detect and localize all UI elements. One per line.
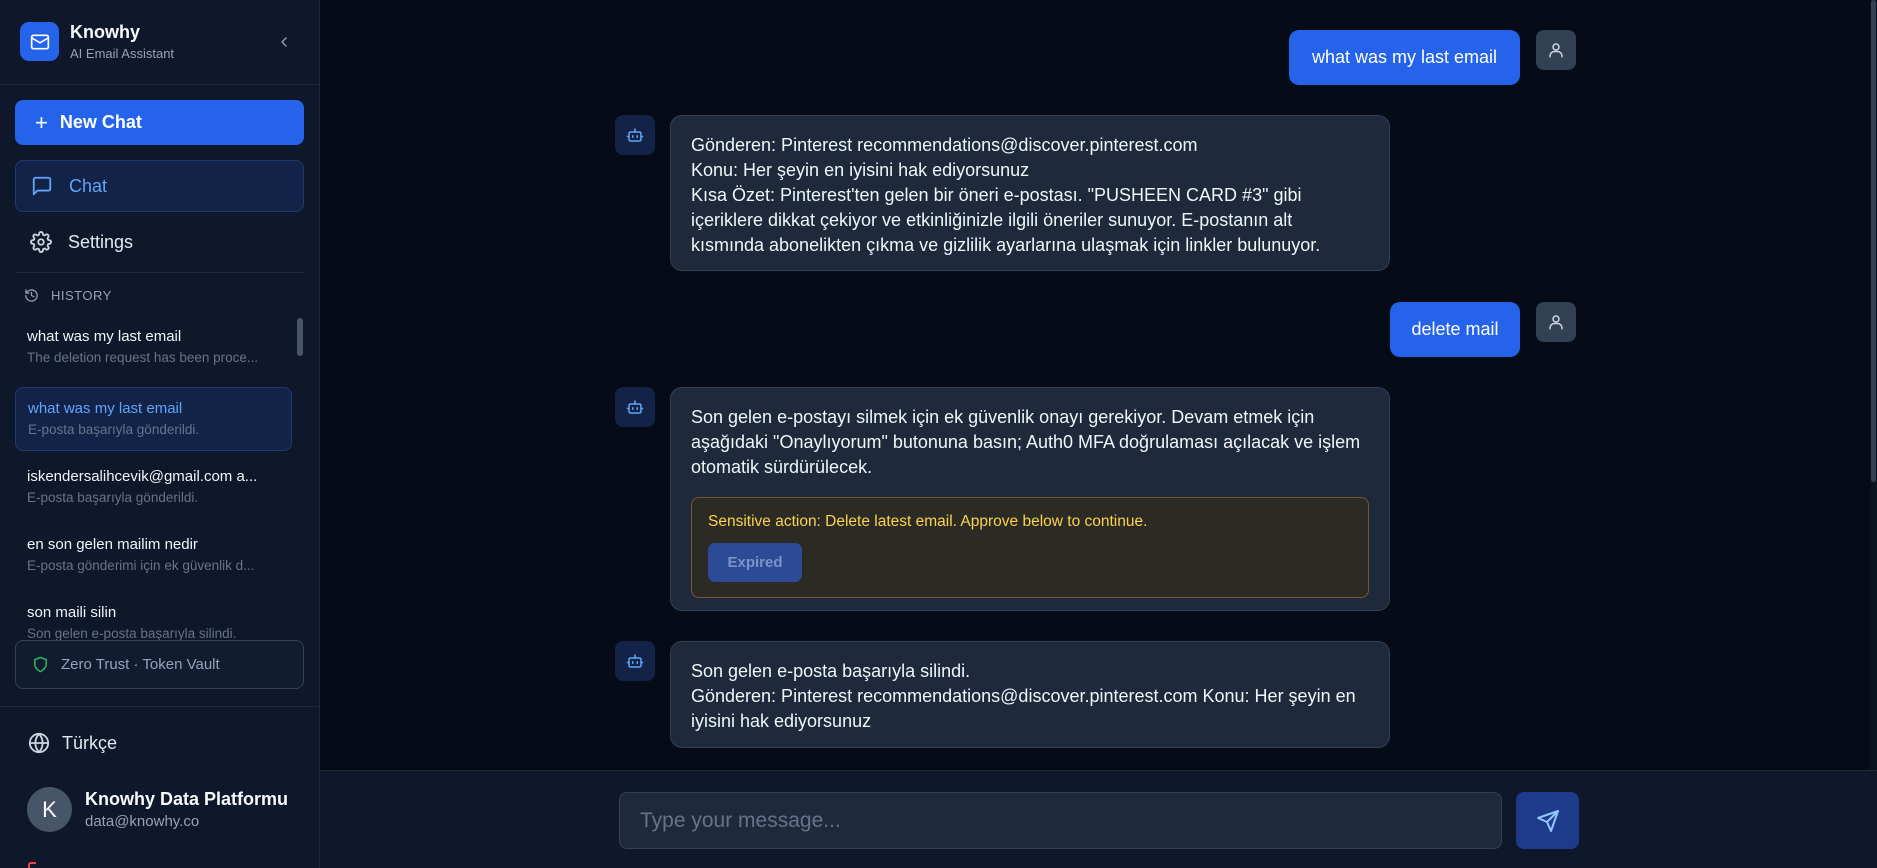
assistant-message-line: Kısa Özet: Pinterest'ten gelen bir öneri…: [691, 185, 1321, 255]
sidebar-item-settings-label: Settings: [68, 231, 134, 252]
bot-icon: [615, 115, 655, 155]
brand-subtitle: AI Email Assistant: [70, 46, 175, 61]
assistant-message: Son gelen e-postayı silmek için ek güven…: [670, 387, 1390, 611]
history-item-title: what was my last email: [28, 400, 183, 417]
assistant-message-text: Son gelen e-postayı silmek için ek güven…: [691, 407, 1361, 477]
plus-icon: +: [35, 109, 48, 135]
user-message: delete mail: [1390, 302, 1520, 357]
history-heading: HISTORY: [24, 288, 112, 303]
sidebar-item-settings[interactable]: Settings: [15, 216, 304, 268]
message-square-icon: [30, 174, 54, 198]
new-chat-button[interactable]: + New Chat: [15, 100, 304, 145]
history-item-preview: E-posta başarıyla gönderildi.: [28, 422, 200, 437]
shield-icon: [34, 656, 47, 673]
history-scrollbar[interactable]: [297, 318, 303, 356]
app-root: Knowhy AI Email Assistant + New Chat Cha…: [0, 0, 1877, 868]
chat-main: what was my last email Gönderen: Pintere…: [320, 0, 1877, 868]
zero-trust-label: Zero Trust · Token Vault: [61, 656, 220, 673]
assistant-message-line: Son gelen e-posta başarıyla silindi.: [691, 661, 971, 681]
sensitive-action-notice: Sensitive action: Delete latest email. A…: [708, 513, 1148, 530]
new-chat-label: New Chat: [59, 112, 142, 132]
assistant-message: Gönderen: Pinterest recommendations@disc…: [670, 115, 1390, 271]
bot-icon: [615, 641, 655, 681]
history-item-title: son maili silin: [27, 604, 117, 621]
logout-icon[interactable]: [28, 862, 36, 868]
assistant-message: Son gelen e-posta başarıyla silindi. Gön…: [670, 641, 1390, 748]
brand-header: Knowhy AI Email Assistant: [0, 0, 319, 85]
sensitive-action-panel: Sensitive action: Delete latest email. A…: [691, 497, 1369, 598]
history-item[interactable]: son maili silin Son gelen e-posta başarı…: [15, 592, 292, 641]
chat-scrollbar-thumb[interactable]: [1871, 0, 1876, 482]
user-icon: [1536, 302, 1576, 342]
avatar[interactable]: K: [27, 787, 72, 832]
sidebar-item-chat[interactable]: Chat: [15, 160, 304, 212]
history-item-preview: The deletion request has been proce...: [27, 350, 259, 365]
language-selector[interactable]: Türkçe: [28, 732, 117, 754]
zero-trust-badge: Zero Trust · Token Vault: [15, 640, 304, 689]
globe-icon: [28, 732, 50, 754]
mail-icon: [20, 22, 59, 61]
assistant-message-line: Gönderen: Pinterest recommendations@disc…: [691, 135, 1198, 155]
history-item-preview: E-posta gönderimi için ek güvenlik d...: [27, 558, 255, 573]
send-button[interactable]: [1516, 792, 1579, 849]
approve-button[interactable]: Expired: [708, 543, 802, 582]
history-item[interactable]: what was my last email The deletion requ…: [15, 316, 292, 380]
user-name: Knowhy Data Platformu: [85, 789, 289, 809]
history-item-title: what was my last email: [27, 328, 182, 345]
bot-icon: [615, 387, 655, 427]
history-item-preview: E-posta başarıyla gönderildi.: [27, 490, 199, 505]
history-item[interactable]: en son gelen mailim nedir E-posta gönder…: [15, 524, 292, 588]
history-item-active[interactable]: what was my last email E-posta başarıyla…: [15, 387, 292, 451]
assistant-message-line: Konu: Her şeyin en iyisini hak ediyorsun…: [691, 160, 1030, 180]
user-message: what was my last email: [1289, 30, 1520, 85]
sidebar-divider: [15, 272, 304, 273]
history-heading-label: HISTORY: [51, 288, 112, 303]
history-icon: [25, 289, 38, 302]
history-item[interactable]: iskendersalihcevik@gmail.com a... E-post…: [15, 456, 292, 520]
chevron-left-icon[interactable]: [272, 30, 296, 54]
assistant-message-line: Gönderen: Pinterest recommendations@disc…: [691, 686, 1356, 731]
user-icon: [1536, 30, 1576, 70]
history-item-preview: Son gelen e-posta başarıyla silindi.: [27, 626, 237, 641]
sidebar-item-chat-label: Chat: [69, 175, 108, 196]
history-item-title: iskendersalihcevik@gmail.com a...: [27, 468, 258, 485]
send-icon: [1536, 809, 1559, 832]
language-label: Türkçe: [62, 732, 118, 753]
sidebar-footer-divider: [0, 706, 319, 707]
gear-icon: [29, 230, 53, 254]
history-item-title: en son gelen mailim nedir: [27, 536, 198, 553]
composer: [320, 770, 1877, 868]
user-email: data@knowhy.co: [85, 813, 200, 830]
brand-name: Knowhy: [70, 22, 140, 42]
sidebar: Knowhy AI Email Assistant + New Chat Cha…: [0, 0, 320, 868]
history-list[interactable]: what was my last email The deletion requ…: [15, 316, 292, 641]
message-input[interactable]: [619, 792, 1502, 849]
